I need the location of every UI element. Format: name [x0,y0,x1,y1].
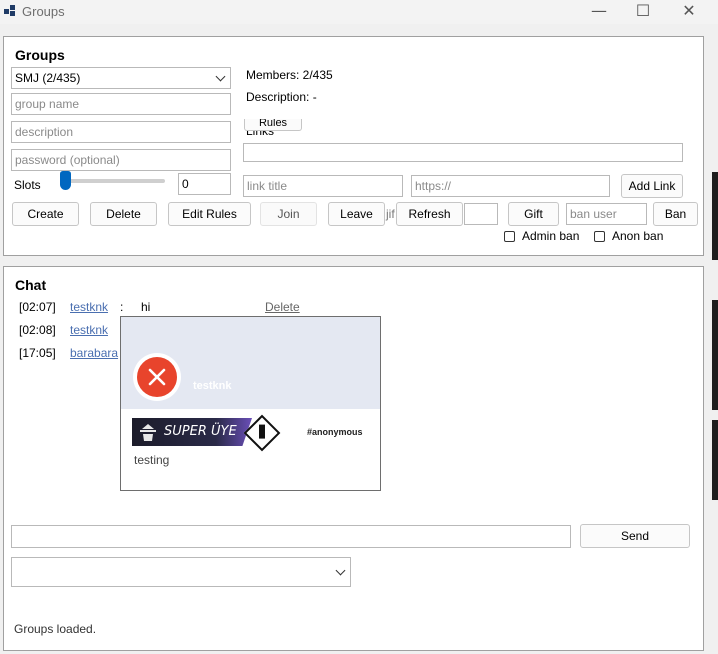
link-title-input[interactable] [243,175,403,197]
join-button[interactable]: Join [260,202,317,226]
background-window-edge [712,420,718,500]
message-user-link[interactable]: testknk [70,323,108,337]
send-button[interactable]: Send [580,524,690,548]
leave-button[interactable]: Leave [328,202,385,226]
description-input[interactable] [11,121,231,143]
group-description: Description: - [246,90,317,104]
admin-ban-checkbox[interactable] [504,231,515,242]
avatar [133,353,181,401]
spy-icon [140,424,156,441]
gift-amount-input[interactable] [464,203,498,225]
anon-ban-label: Anon ban [612,229,664,243]
delete-group-button[interactable]: Delete [90,202,157,226]
message-separator: : [120,300,124,314]
admin-ban-label: Admin ban [522,229,580,243]
gif-label-fragment: jif [386,207,395,221]
chevron-down-icon [335,565,346,576]
profile-username: testknk [193,380,232,392]
message-time: [02:07] [19,300,56,314]
message-time: [17:05] [19,346,56,360]
chat-dropdown[interactable] [11,557,351,587]
profile-bio: testing [134,453,170,467]
group-name-input[interactable] [11,93,231,115]
slots-input[interactable] [178,173,231,195]
edit-rules-button[interactable]: Edit Rules [168,202,251,226]
anon-ban-checkbox[interactable] [594,231,605,242]
app-icon [4,5,16,17]
close-button[interactable]: ✕ [666,0,712,22]
status-text: Groups loaded. [14,622,97,636]
profile-tag: #anonymous [307,427,363,437]
minimize-button[interactable]: — [576,0,622,22]
gift-button[interactable]: Gift [508,202,559,226]
ban-user-input[interactable] [566,203,647,225]
badge-text: SUPER ÜYE [164,424,237,439]
profile-card: testknk SUPER ÜYE #anonymous testing [120,316,381,491]
slots-slider-track[interactable] [60,179,165,183]
password-input[interactable] [11,149,231,171]
background-window-edge [712,172,718,260]
link-url-input[interactable] [411,175,610,197]
message-delete-link[interactable]: Delete [265,300,300,314]
chat-heading: Chat [15,277,47,293]
ban-button[interactable]: Ban [653,202,698,226]
maximize-button[interactable]: ☐ [620,0,666,22]
create-button[interactable]: Create [12,202,79,226]
chevron-down-icon [215,71,226,82]
message-input[interactable] [11,525,571,548]
links-box[interactable] [243,143,683,162]
slots-slider-thumb[interactable] [60,171,71,190]
members-count: Members: 2/435 [246,68,333,82]
message-user-link[interactable]: testknk [70,300,108,314]
group-select-value: SMJ (2/435) [15,71,81,85]
rules-button[interactable]: Rules [244,119,302,131]
add-link-button[interactable]: Add Link [621,174,683,198]
message-user-link[interactable]: barabara [70,346,118,360]
error-icon [137,357,177,397]
slots-label: Slots [14,178,41,192]
message-text: hi [141,300,151,314]
super-member-badge: SUPER ÜYE [132,418,252,446]
refresh-button[interactable]: Refresh [396,202,463,226]
message-time: [02:08] [19,323,56,337]
groups-heading: Groups [15,47,65,63]
window-title: Groups [22,4,65,19]
background-window-edge [712,300,718,410]
group-select[interactable]: SMJ (2/435) [11,67,231,89]
